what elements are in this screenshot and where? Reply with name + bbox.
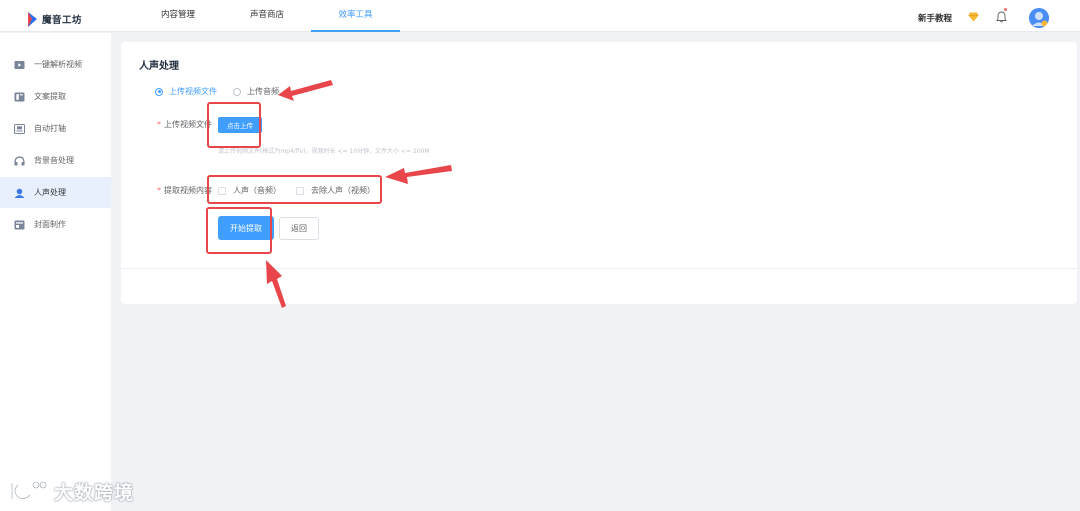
- radio-indicator: [233, 87, 241, 96]
- required-asterisk: *: [157, 186, 161, 195]
- tab-content-management[interactable]: 内容管理: [150, 0, 206, 32]
- radio-label: 上传视频文件: [169, 87, 217, 96]
- tab-voice-store[interactable]: 声音商店: [239, 0, 295, 32]
- sidebar-item-label: 人声处理: [34, 188, 66, 197]
- diamond-icon[interactable]: [968, 12, 979, 22]
- beginner-tutorial-link[interactable]: 新手教程: [918, 12, 952, 24]
- avatar[interactable]: [1029, 8, 1049, 28]
- annotation-box-upload: [207, 102, 261, 148]
- text-extract-icon: [14, 92, 25, 101]
- radio-upload-video[interactable]: 上传视频文件: [155, 86, 217, 97]
- radio-indicator: [155, 87, 163, 96]
- sidebar: 一键解析视频 文案提取 自动打轴 背景音处理 人声处理 封面制作: [0, 33, 111, 511]
- sidebar-item-label: 背景音处理: [34, 156, 74, 165]
- sidebar-item-label: 一键解析视频: [34, 60, 82, 69]
- sidebar-item-label: 封面制作: [34, 220, 66, 229]
- logo-icon: [28, 11, 37, 27]
- page-title: 人声处理: [139, 61, 179, 72]
- extract-content-label: * 提取视频内容: [157, 185, 212, 196]
- sidebar-item-video-parse[interactable]: 一键解析视频: [0, 49, 111, 80]
- top-navbar: 魔音工坊 内容管理 声音商店 效率工具 新手教程: [0, 0, 1080, 32]
- bell-icon[interactable]: [996, 11, 1007, 23]
- avatar-image: [1029, 8, 1049, 28]
- vocal-icon: [14, 188, 25, 198]
- sidebar-item-text-extract[interactable]: 文案提取: [0, 81, 111, 112]
- watermark: 大数跨境: [8, 478, 134, 504]
- sidebar-item-auto-subtitle[interactable]: 自动打轴: [0, 113, 111, 144]
- upload-video-label: * 上传视频文件: [157, 119, 212, 130]
- annotation-box-extract-options: [207, 175, 382, 204]
- app-logo[interactable]: 魔音工坊: [26, 11, 82, 27]
- sidebar-item-label: 自动打轴: [34, 124, 66, 133]
- logo-text: 魔音工坊: [42, 15, 83, 26]
- sidebar-item-vocal-processing[interactable]: 人声处理: [0, 177, 111, 208]
- vocal-processing-card: 人声处理 上传视频文件 上传音频 * 上传视频文件 点击上传 请上传视频文件(格式…: [121, 42, 1077, 304]
- auto-subtitle-icon: [14, 123, 25, 134]
- back-button[interactable]: 返回: [279, 217, 319, 240]
- radio-label: 上传音频: [247, 87, 279, 96]
- extract-content-label-text: 提取视频内容: [164, 186, 212, 195]
- card-divider: [121, 268, 1077, 269]
- watermark-logo-icon: [10, 480, 48, 500]
- annotation-box-start-button: [206, 207, 272, 254]
- background-audio-icon: [14, 155, 25, 165]
- notification-dot: [1004, 8, 1007, 11]
- tab-efficiency-tools[interactable]: 效率工具: [311, 0, 400, 32]
- sidebar-item-label: 文案提取: [34, 92, 66, 101]
- video-parse-icon: [14, 60, 25, 69]
- upload-video-label-text: 上传视频文件: [164, 120, 212, 129]
- required-asterisk: *: [157, 120, 161, 129]
- sidebar-item-background-audio[interactable]: 背景音处理: [0, 145, 111, 176]
- radio-upload-audio[interactable]: 上传音频: [233, 86, 279, 97]
- cover-icon: [14, 220, 25, 229]
- sidebar-item-cover-design[interactable]: 封面制作: [0, 209, 111, 240]
- watermark-text: 大数跨境: [54, 481, 135, 504]
